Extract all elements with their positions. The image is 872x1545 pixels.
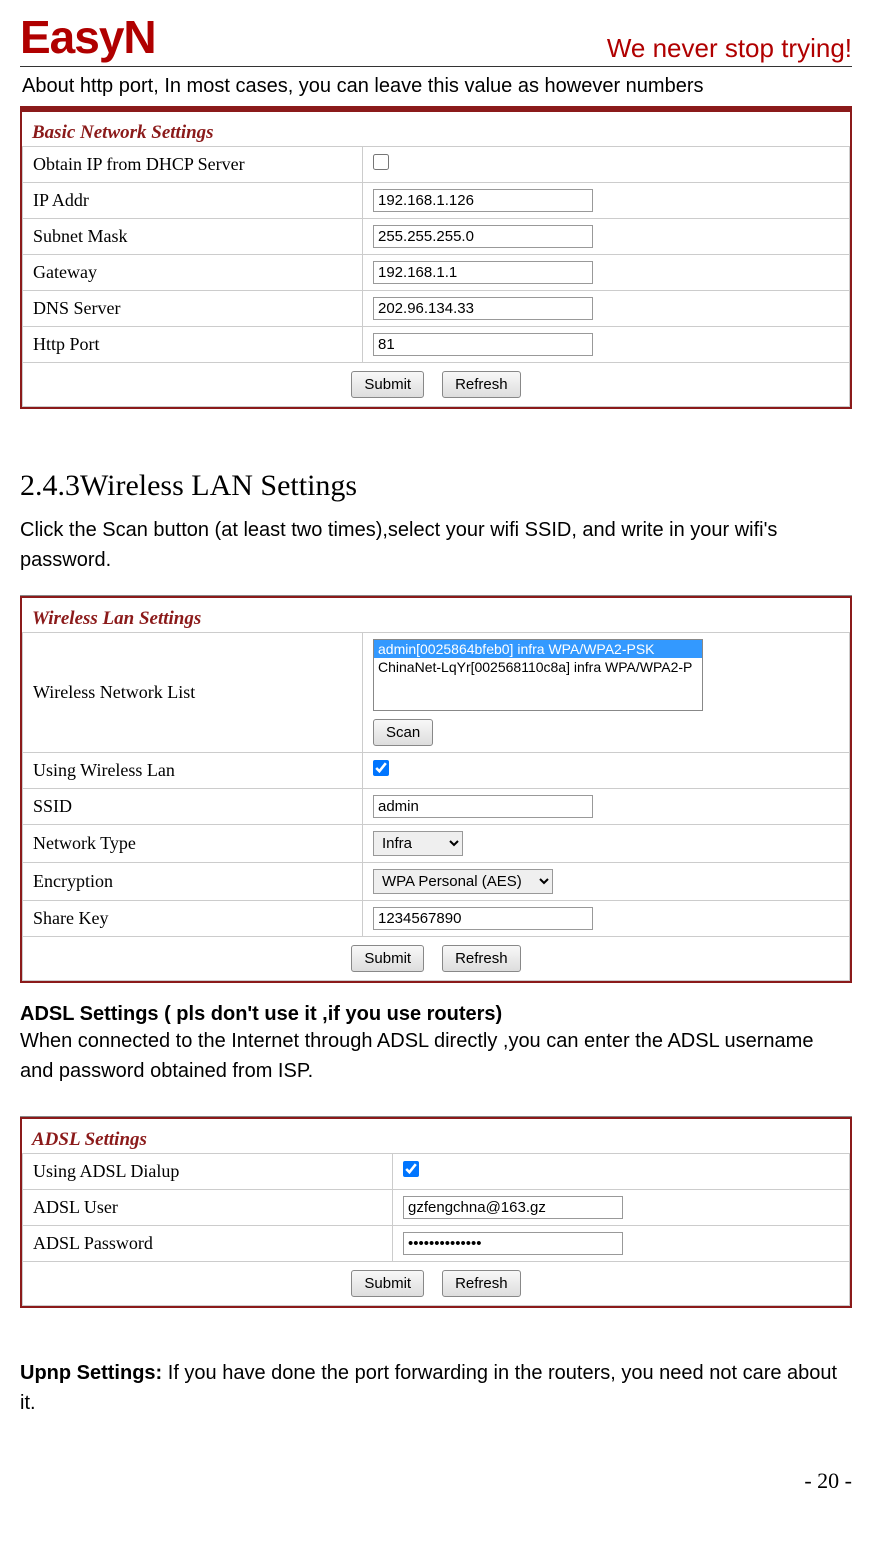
table-row: Subnet Mask	[23, 219, 850, 255]
dns-input[interactable]	[373, 297, 593, 320]
using-wireless-label: Using Wireless Lan	[23, 753, 363, 789]
wireless-network-list[interactable]: admin[0025864bfeb0] infra WPA/WPA2-PSK C…	[373, 639, 703, 711]
table-row: Submit Refresh	[23, 1262, 850, 1306]
panel-title-basic: Basic Network Settings	[22, 116, 850, 146]
ssid-input[interactable]	[373, 795, 593, 818]
network-type-cell: Infra	[363, 825, 850, 863]
sharekey-label: Share Key	[23, 901, 363, 937]
using-wireless-checkbox[interactable]	[373, 760, 389, 776]
using-adsl-label: Using ADSL Dialup	[23, 1154, 393, 1190]
ip-label: IP Addr	[23, 183, 363, 219]
wireless-panel: Wireless Lan Settings Wireless Network L…	[20, 596, 852, 983]
subnet-input[interactable]	[373, 225, 593, 248]
submit-button[interactable]: Submit	[351, 371, 424, 398]
encryption-select[interactable]: WPA Personal (AES)	[373, 869, 553, 894]
table-row: Share Key	[23, 901, 850, 937]
slogan: We never stop trying!	[607, 33, 852, 64]
wireless-heading: 2.4.3Wireless LAN Settings	[20, 469, 852, 503]
page-header: EasyN We never stop trying!	[20, 10, 852, 67]
table-row: Submit Refresh	[23, 363, 850, 407]
encryption-cell: WPA Personal (AES)	[363, 863, 850, 901]
table-row: DNS Server	[23, 291, 850, 327]
intro-text: About http port, In most cases, you can …	[22, 75, 852, 98]
ip-input[interactable]	[373, 189, 593, 212]
table-row: Network Type Infra	[23, 825, 850, 863]
adsl-panel: ADSL Settings Using ADSL Dialup ADSL Use…	[20, 1117, 852, 1308]
table-row: Using Wireless Lan	[23, 753, 850, 789]
encryption-label: Encryption	[23, 863, 363, 901]
basic-network-table: Obtain IP from DHCP Server IP Addr Subne…	[22, 146, 850, 407]
upnp-label: Upnp Settings:	[20, 1362, 168, 1384]
adsl-user-label: ADSL User	[23, 1190, 393, 1226]
subnet-cell	[363, 219, 850, 255]
refresh-button[interactable]: Refresh	[442, 945, 521, 972]
refresh-button[interactable]: Refresh	[442, 371, 521, 398]
ssid-cell	[363, 789, 850, 825]
basic-network-panel: Basic Network Settings Obtain IP from DH…	[20, 106, 852, 409]
adsl-password-label: ADSL Password	[23, 1226, 393, 1262]
http-port-label: Http Port	[23, 327, 363, 363]
sharekey-cell	[363, 901, 850, 937]
upnp-block: Upnp Settings: If you have done the port…	[20, 1358, 852, 1418]
network-type-label: Network Type	[23, 825, 363, 863]
table-row: ADSL User	[23, 1190, 850, 1226]
submit-button[interactable]: Submit	[351, 945, 424, 972]
table-row: Gateway	[23, 255, 850, 291]
network-type-select[interactable]: Infra	[373, 831, 463, 856]
table-row: Using ADSL Dialup	[23, 1154, 850, 1190]
panel-title-wireless: Wireless Lan Settings	[22, 602, 850, 632]
table-row: Submit Refresh	[23, 937, 850, 981]
wireless-desc: Click the Scan button (at least two time…	[20, 515, 852, 575]
using-wireless-cell	[363, 753, 850, 789]
submit-button[interactable]: Submit	[351, 1270, 424, 1297]
wireless-table: Wireless Network List admin[0025864bfeb0…	[22, 632, 850, 981]
http-port-input[interactable]	[373, 333, 593, 356]
scan-button[interactable]: Scan	[373, 719, 433, 746]
adsl-password-cell	[393, 1226, 850, 1262]
adsl-user-input[interactable]	[403, 1196, 623, 1219]
gateway-cell	[363, 255, 850, 291]
using-adsl-cell	[393, 1154, 850, 1190]
table-row: Http Port	[23, 327, 850, 363]
subnet-label: Subnet Mask	[23, 219, 363, 255]
adsl-password-input[interactable]	[403, 1232, 623, 1255]
button-row: Submit Refresh	[23, 363, 850, 407]
adsl-user-cell	[393, 1190, 850, 1226]
sharekey-input[interactable]	[373, 907, 593, 930]
dhcp-cell	[363, 147, 850, 183]
network-list-cell: admin[0025864bfeb0] infra WPA/WPA2-PSK C…	[363, 633, 850, 753]
table-row: Encryption WPA Personal (AES)	[23, 863, 850, 901]
adsl-table: Using ADSL Dialup ADSL User ADSL Passwor…	[22, 1153, 850, 1306]
using-adsl-checkbox[interactable]	[403, 1161, 419, 1177]
gateway-input[interactable]	[373, 261, 593, 284]
gateway-label: Gateway	[23, 255, 363, 291]
adsl-heading: ADSL Settings ( pls don't use it ,if you…	[20, 1003, 852, 1026]
dhcp-checkbox[interactable]	[373, 154, 389, 170]
dns-cell	[363, 291, 850, 327]
list-item-selected[interactable]: admin[0025864bfeb0] infra WPA/WPA2-PSK	[374, 640, 702, 658]
table-row: Wireless Network List admin[0025864bfeb0…	[23, 633, 850, 753]
dns-label: DNS Server	[23, 291, 363, 327]
network-list-label: Wireless Network List	[23, 633, 363, 753]
table-row: ADSL Password	[23, 1226, 850, 1262]
http-port-cell	[363, 327, 850, 363]
panel-title-adsl: ADSL Settings	[22, 1123, 850, 1153]
ip-cell	[363, 183, 850, 219]
table-row: SSID	[23, 789, 850, 825]
list-item[interactable]: ChinaNet-LqYr[002568110c8a] infra WPA/WP…	[374, 658, 702, 676]
button-row: Submit Refresh	[23, 937, 850, 981]
dhcp-label: Obtain IP from DHCP Server	[23, 147, 363, 183]
logo: EasyN	[20, 10, 156, 64]
table-row: Obtain IP from DHCP Server	[23, 147, 850, 183]
table-row: IP Addr	[23, 183, 850, 219]
refresh-button[interactable]: Refresh	[442, 1270, 521, 1297]
page-number: - 20 -	[20, 1468, 852, 1494]
adsl-desc: When connected to the Internet through A…	[20, 1026, 852, 1086]
button-row: Submit Refresh	[23, 1262, 850, 1306]
ssid-label: SSID	[23, 789, 363, 825]
